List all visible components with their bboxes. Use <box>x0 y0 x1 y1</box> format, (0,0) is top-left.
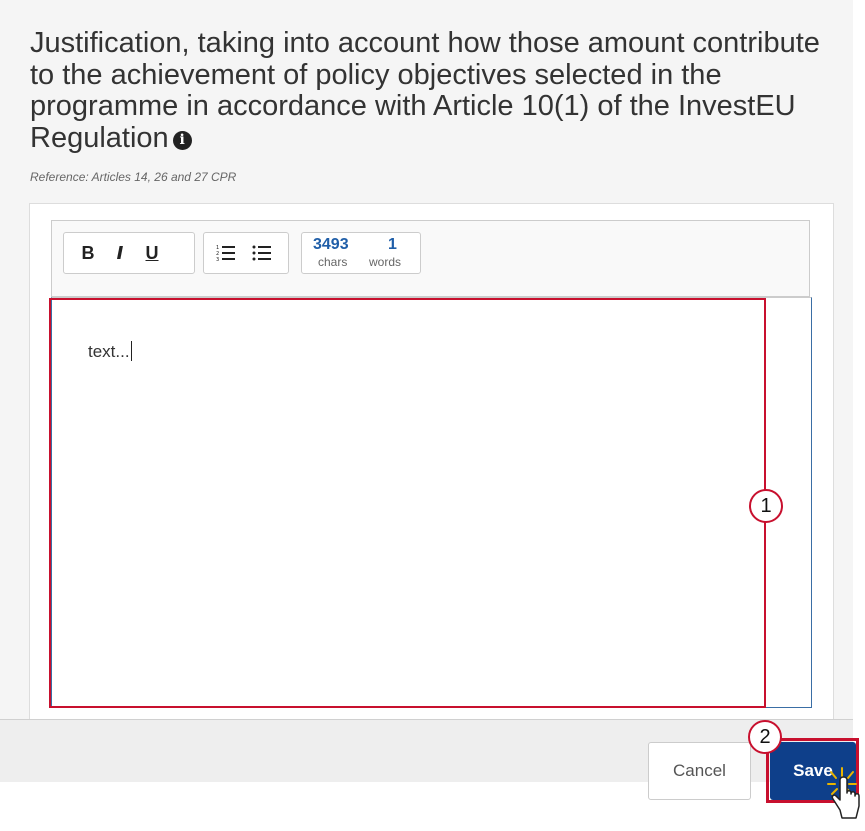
ordered-list-button[interactable]: 1 2 3 <box>210 233 242 273</box>
format-button-group: B I U <box>63 232 195 274</box>
editor-highlight-box <box>49 298 766 708</box>
dialog: Justification, taking into account how t… <box>0 0 853 782</box>
cancel-button[interactable]: Cancel <box>648 742 751 800</box>
step-2-callout: 2 <box>748 720 782 754</box>
italic-button[interactable]: I <box>104 233 136 273</box>
bold-button[interactable]: B <box>72 233 104 273</box>
hand-pointer-icon <box>827 767 860 819</box>
words-count: 1 <box>388 236 397 253</box>
words-label: words <box>369 255 402 269</box>
list-button-group: 1 2 3 <box>203 232 289 274</box>
chars-label: chars <box>318 255 348 269</box>
scrollbar[interactable] <box>853 0 865 781</box>
chars-count: 3493 <box>313 236 349 253</box>
step-1-callout: 1 <box>749 489 783 523</box>
bullet-list-button[interactable] <box>246 233 278 273</box>
character-word-counter: 3493 chars 1 words <box>301 232 421 274</box>
reference-note: Reference: Articles 14, 26 and 27 CPR <box>30 170 237 184</box>
underline-button[interactable]: U <box>136 233 168 273</box>
svg-text:3: 3 <box>216 257 219 262</box>
info-icon[interactable]: i <box>172 130 192 150</box>
section-heading-text: Justification, taking into account how t… <box>30 27 820 154</box>
ordered-list-icon: 1 2 3 <box>216 245 235 262</box>
section-heading: Justification, taking into account how t… <box>30 27 830 154</box>
bullet-list-icon <box>252 245 271 261</box>
